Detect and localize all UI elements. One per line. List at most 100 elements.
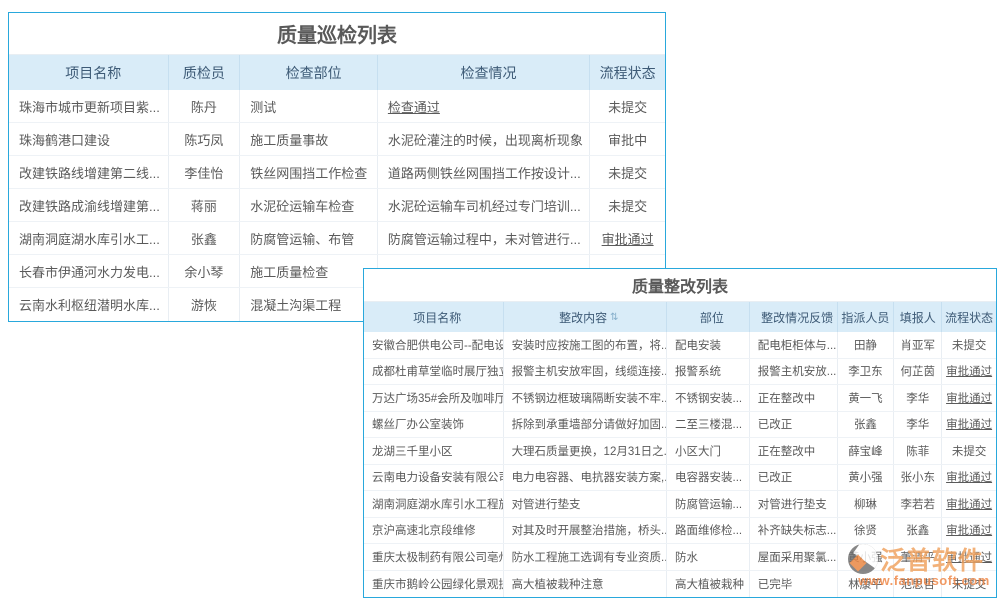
project-name-link[interactable]: 湖南洞庭湖水库引水工程施工I标 — [364, 491, 504, 517]
status-badge[interactable]: 未提交 — [590, 189, 665, 221]
project-name-link[interactable]: 云南水利枢纽潜明水库... — [9, 288, 169, 321]
rectify-content-cell: 拆除到承重墙部分请做好加固... — [504, 412, 667, 438]
rectify-feedback-cell: 已改正 — [750, 412, 838, 438]
status-badge[interactable]: 未提交 — [942, 571, 996, 598]
inspector-name-link[interactable]: 陈丹 — [169, 90, 241, 122]
rectify-content-cell: 防水工程施工选调有专业资质... — [504, 544, 667, 570]
status-badge[interactable]: 审批通过 — [942, 412, 996, 438]
project-name-link[interactable]: 安徽合肥供电公司--配电设备... — [364, 332, 504, 358]
status-badge[interactable]: 审批通过 — [590, 222, 665, 254]
project-name-link[interactable]: 湖南洞庭湖水库引水工... — [9, 222, 169, 254]
assignee-name-link[interactable]: 李卫东 — [838, 359, 895, 385]
inspector-name-link[interactable]: 张鑫 — [169, 222, 241, 254]
status-badge[interactable]: 审批通过 — [942, 465, 996, 491]
rectify-part-cell: 路面维修检... — [667, 518, 750, 544]
assignee-name-link[interactable]: 张鑫 — [838, 412, 895, 438]
column-header-part: 部位 — [667, 302, 750, 332]
table-row: 改建铁路成渝线增建第... 蒋丽 水泥砼运输车检查 水泥砼运输车司机经过专门培训… — [9, 189, 665, 222]
table-row: 安徽合肥供电公司--配电设备... 安装时应按施工图的布置，将... 配电安装 … — [364, 332, 996, 359]
assignee-name-link[interactable]: 黄一飞 — [838, 385, 895, 411]
reporter-name-link[interactable]: 范思哲 — [894, 571, 942, 598]
project-name-link[interactable]: 京沪高速北京段维修 — [364, 518, 504, 544]
project-name-link[interactable]: 云南电力设备安装有限公司20... — [364, 465, 504, 491]
column-header-content[interactable]: 整改内容 ⇅ — [504, 302, 667, 332]
rectify-content-cell: 对管进行垫支 — [504, 491, 667, 517]
project-name-link[interactable]: 珠海市城市更新项目紫... — [9, 90, 169, 122]
rectification-table: 质量整改列表 项目名称 整改内容 ⇅ 部位 整改情况反馈 指派人员 填报人 流程… — [363, 268, 997, 598]
rectify-part-cell: 小区大门 — [667, 438, 750, 464]
reporter-name-link[interactable]: 李华 — [894, 385, 942, 411]
column-header-inspector: 质检员 — [169, 55, 241, 90]
project-name-link[interactable]: 螺丝厂办公室装饰 — [364, 412, 504, 438]
rectify-content-cell: 对其及时开展整治措施，桥头... — [504, 518, 667, 544]
inspector-name-link[interactable]: 李佳怡 — [169, 156, 241, 188]
reporter-name-link[interactable]: 张鑫 — [894, 518, 942, 544]
column-header-part: 检查部位 — [240, 55, 378, 90]
table-row: 螺丝厂办公室装饰 拆除到承重墙部分请做好加固... 二至三楼混... 已改正 张… — [364, 412, 996, 439]
assignee-name-link[interactable]: 黄小强 — [838, 544, 895, 570]
project-name-link[interactable]: 成都杜甫草堂临时展厅独立展... — [364, 359, 504, 385]
rectify-feedback-cell: 正在整改中 — [750, 438, 838, 464]
status-badge[interactable]: 审批中 — [590, 123, 665, 155]
rectify-feedback-cell: 屋面采用聚氯... — [750, 544, 838, 570]
status-badge[interactable]: 审批通过 — [942, 385, 996, 411]
reporter-name-link[interactable]: 张小东 — [894, 465, 942, 491]
rectify-part-cell: 防水 — [667, 544, 750, 570]
column-header-project: 项目名称 — [364, 302, 504, 332]
assignee-name-link[interactable]: 林康平 — [838, 571, 895, 598]
reporter-name-link[interactable]: 何芷茵 — [894, 359, 942, 385]
inspector-name-link[interactable]: 陈巧凤 — [169, 123, 241, 155]
assignee-name-link[interactable]: 黄小强 — [838, 465, 895, 491]
inspection-situation-cell: 水泥砼运输车司机经过专门培训... — [378, 189, 590, 221]
reporter-name-link[interactable]: 董清平 — [894, 544, 942, 570]
inspection-situation-cell: 水泥砼灌注的时候，出现离析现象 — [378, 123, 590, 155]
status-badge[interactable]: 审批通过 — [942, 518, 996, 544]
status-badge[interactable]: 未提交 — [942, 332, 996, 358]
project-name-link[interactable]: 万达广场35#会所及咖啡厅空... — [364, 385, 504, 411]
status-badge[interactable]: 未提交 — [942, 438, 996, 464]
column-header-content-label: 整改内容 — [559, 309, 607, 326]
table-row: 龙湖三千里小区 大理石质量更换，12月31日之... 小区大门 正在整改中 薛宝… — [364, 438, 996, 465]
table-row: 珠海鹤港口建设 陈巧凤 施工质量事故 水泥砼灌注的时候，出现离析现象 审批中 — [9, 123, 665, 156]
rectify-content-cell: 报警主机安放牢固，线缆连接... — [504, 359, 667, 385]
assignee-name-link[interactable]: 田静 — [838, 332, 895, 358]
table-row: 湖南洞庭湖水库引水工... 张鑫 防腐管运输、布管 防腐管运输过程中，未对管进行… — [9, 222, 665, 255]
rectify-content-cell: 电力电容器、电抗器安装方案,... — [504, 465, 667, 491]
assignee-name-link[interactable]: 柳琳 — [838, 491, 895, 517]
status-badge[interactable]: 审批通过 — [942, 359, 996, 385]
column-header-assignee: 指派人员 — [838, 302, 895, 332]
assignee-name-link[interactable]: 薛宝峰 — [838, 438, 895, 464]
reporter-name-link[interactable]: 陈菲 — [894, 438, 942, 464]
sort-icon[interactable]: ⇅ — [610, 312, 618, 323]
project-name-link[interactable]: 重庆太极制药有限公司亳州中... — [364, 544, 504, 570]
inspector-name-link[interactable]: 游恢 — [169, 288, 241, 321]
status-badge[interactable]: 未提交 — [590, 90, 665, 122]
project-name-link[interactable]: 改建铁路线增建第二线... — [9, 156, 169, 188]
reporter-name-link[interactable]: 李若若 — [894, 491, 942, 517]
inspector-name-link[interactable]: 余小琴 — [169, 255, 241, 287]
project-name-link[interactable]: 珠海鹤港口建设 — [9, 123, 169, 155]
project-name-link[interactable]: 重庆市鹅岭公园绿化景观提升... — [364, 571, 504, 598]
project-name-link[interactable]: 龙湖三千里小区 — [364, 438, 504, 464]
rectify-feedback-cell: 报警主机安放... — [750, 359, 838, 385]
assignee-name-link[interactable]: 徐贤 — [838, 518, 895, 544]
inspection-table-title: 质量巡检列表 — [9, 13, 665, 55]
reporter-name-link[interactable]: 肖亚军 — [894, 332, 942, 358]
status-badge[interactable]: 审批通过 — [942, 544, 996, 570]
inspector-name-link[interactable]: 蒋丽 — [169, 189, 241, 221]
inspection-situation-cell: 防腐管运输过程中，未对管进行... — [378, 222, 590, 254]
rectify-feedback-cell: 补齐缺失标志... — [750, 518, 838, 544]
status-badge[interactable]: 审批通过 — [942, 491, 996, 517]
project-name-link[interactable]: 改建铁路成渝线增建第... — [9, 189, 169, 221]
rectify-part-cell: 不锈钢安装... — [667, 385, 750, 411]
table-row: 重庆市鹅岭公园绿化景观提升... 高大植被栽种注意 高大植被栽种 已完毕 林康平… — [364, 571, 996, 598]
project-name-link[interactable]: 长春市伊通河水力发电... — [9, 255, 169, 287]
rectify-part-cell: 高大植被栽种 — [667, 571, 750, 598]
status-badge[interactable]: 未提交 — [590, 156, 665, 188]
table-row: 改建铁路线增建第二线... 李佳怡 铁丝网围挡工作检查 道路两侧铁丝网围挡工作按… — [9, 156, 665, 189]
inspection-part-cell: 施工质量检查 — [240, 255, 378, 287]
column-header-feedback: 整改情况反馈 — [750, 302, 838, 332]
rectification-table-title: 质量整改列表 — [364, 269, 996, 302]
table-row: 京沪高速北京段维修 对其及时开展整治措施，桥头... 路面维修检... 补齐缺失… — [364, 518, 996, 545]
reporter-name-link[interactable]: 李华 — [894, 412, 942, 438]
